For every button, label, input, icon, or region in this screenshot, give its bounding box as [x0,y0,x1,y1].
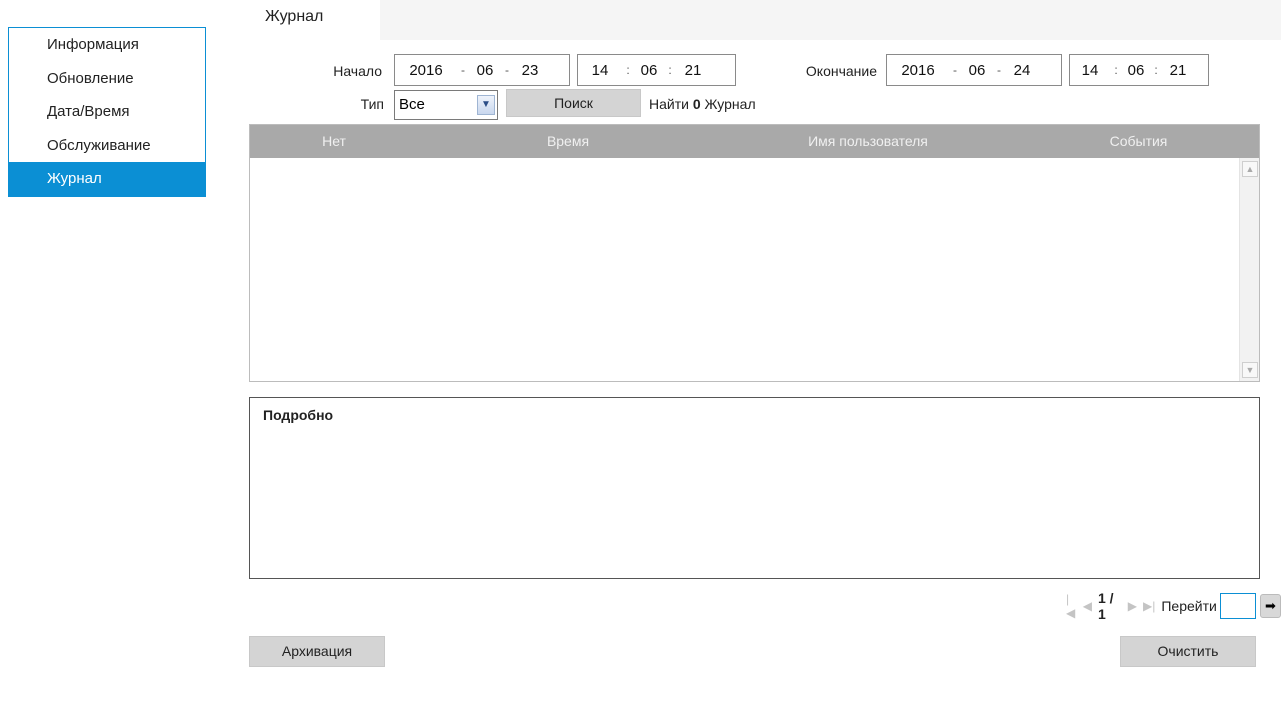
details-panel: Подробно [249,397,1260,579]
end-time-field[interactable]: 14 : 06 : 21 [1069,54,1209,86]
date-separator: - [997,63,1001,77]
pagination: |◀ ◀ 1 / 1 ▶ ▶| Перейти ➡ [1066,590,1281,622]
start-day[interactable]: 23 [513,62,547,79]
arrow-right-icon[interactable]: ➡ [1259,594,1281,618]
page-indicator: 1 / 1 [1098,590,1114,622]
sidebar-item-log[interactable]: Журнал [9,162,205,196]
table-scrollbar[interactable]: ▲ ▼ [1239,158,1259,381]
column-header-events[interactable]: События [1018,125,1259,158]
start-second[interactable]: 21 [676,62,710,79]
backup-button[interactable]: Архивация [249,636,385,667]
sidebar-menu: Информация Обновление Дата/Время Обслужи… [8,27,206,197]
found-count: 0 [692,96,701,112]
time-separator: : [1114,63,1118,77]
date-separator: - [953,63,957,77]
time-separator: : [626,63,630,77]
end-year[interactable]: 2016 [887,62,949,79]
date-separator: - [505,63,509,77]
log-table: Нет Время Имя пользователя События ▲ ▼ [249,124,1260,382]
goto-page-input[interactable] [1219,593,1256,619]
end-minute[interactable]: 06 [1122,62,1150,79]
chevron-down-icon[interactable]: ▼ [477,95,495,115]
end-day[interactable]: 24 [1005,62,1039,79]
date-separator: - [461,63,465,77]
start-date-field[interactable]: 2016 - 06 - 23 [394,54,570,86]
table-header: Нет Время Имя пользователя События [250,125,1259,158]
found-suffix: Журнал [704,96,756,112]
scroll-down-icon[interactable]: ▼ [1242,362,1258,378]
type-label: Тип [360,96,384,112]
end-month[interactable]: 06 [961,62,993,79]
start-hour[interactable]: 14 [578,62,622,79]
found-count-text: Найти 0 Журнал [649,89,756,119]
type-select-value: Все [399,96,425,113]
found-prefix: Найти [649,96,689,112]
column-header-time[interactable]: Время [418,125,718,158]
type-select[interactable]: Все ▼ [394,90,498,120]
next-page-icon[interactable]: ▶ [1128,599,1137,613]
clear-button[interactable]: Очистить [1120,636,1256,667]
last-page-icon[interactable]: ▶| [1143,599,1155,613]
first-page-icon[interactable]: |◀ [1066,592,1077,620]
time-separator: : [668,63,672,77]
column-header-no[interactable]: Нет [250,125,418,158]
start-time-field[interactable]: 14 : 06 : 21 [577,54,736,86]
end-label: Окончание [805,63,877,79]
details-title: Подробно [263,407,334,423]
tab-log[interactable]: Журнал [222,0,380,40]
start-label: Начало [333,63,382,79]
start-month[interactable]: 06 [469,62,501,79]
search-button[interactable]: Поиск [506,89,641,117]
prev-page-icon[interactable]: ◀ [1083,599,1092,613]
sidebar-item-info[interactable]: Информация [9,28,205,62]
end-hour[interactable]: 14 [1070,62,1110,79]
scroll-up-icon[interactable]: ▲ [1242,161,1258,177]
end-date-field[interactable]: 2016 - 06 - 24 [886,54,1062,86]
start-year[interactable]: 2016 [395,62,457,79]
time-separator: : [1154,63,1158,77]
sidebar-item-update[interactable]: Обновление [9,62,205,96]
column-header-user[interactable]: Имя пользователя [718,125,1018,158]
goto-label: Перейти [1161,598,1217,614]
sidebar-item-datetime[interactable]: Дата/Время [9,95,205,129]
start-minute[interactable]: 06 [634,62,664,79]
end-second[interactable]: 21 [1162,62,1194,79]
sidebar-item-maintenance[interactable]: Обслуживание [9,129,205,163]
